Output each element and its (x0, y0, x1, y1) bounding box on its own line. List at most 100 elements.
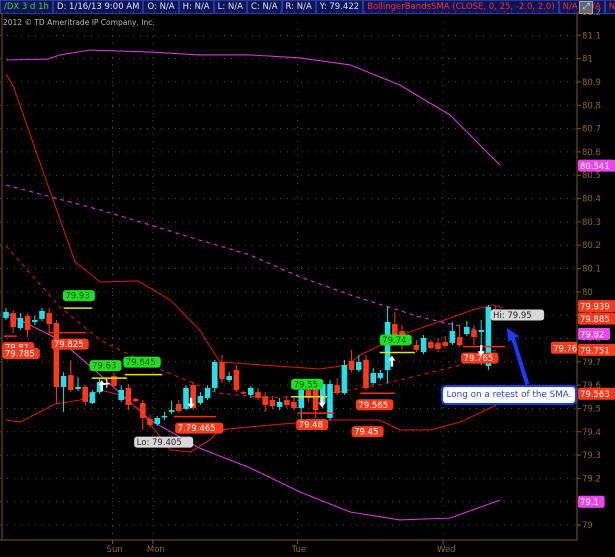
candle-body (262, 396, 268, 405)
y-tick-label: 80.1 (582, 265, 601, 275)
candle (413, 340, 420, 353)
candle-body (24, 316, 31, 331)
candle (435, 338, 441, 353)
candle-body (60, 376, 67, 387)
price-label: 79.565 (358, 401, 388, 411)
candle-body (370, 372, 376, 384)
candle-body (82, 386, 88, 402)
candle-body (348, 361, 355, 370)
candle-body (334, 385, 340, 394)
price-label: 79.93 (65, 292, 89, 302)
y-tick-label: 80.4 (582, 195, 601, 205)
candle-body (428, 341, 434, 349)
price-label: 79.55 (294, 380, 318, 390)
candle (24, 313, 31, 338)
candle (348, 349, 355, 373)
series-line-middle-outer (5, 184, 490, 334)
candle (334, 378, 340, 395)
candle-body (356, 362, 362, 370)
candle (60, 372, 67, 412)
candle (291, 397, 297, 411)
candle-body (161, 415, 168, 418)
candle-body (442, 341, 448, 346)
y-tick-label: 79 (582, 521, 593, 531)
candle (75, 376, 81, 391)
candle (212, 359, 218, 393)
candle (197, 392, 204, 405)
axis-price-label: 79.939 (580, 303, 610, 313)
candle-body (413, 345, 420, 350)
candle (10, 310, 16, 334)
y-tick-label: 81.2 (582, 8, 601, 18)
candle (46, 307, 52, 335)
price-label: 79.63 (92, 362, 116, 372)
candle (233, 365, 240, 393)
candle-body (183, 387, 189, 409)
candle-body (104, 383, 110, 385)
candle (471, 324, 477, 346)
candle-body (464, 327, 470, 335)
y-tick-label: 80.2 (582, 241, 601, 251)
candle-body (435, 342, 441, 349)
candle-body (449, 331, 456, 343)
candle-body (10, 313, 16, 328)
candle (125, 383, 132, 411)
candle-body (204, 387, 211, 398)
candle-body (341, 365, 348, 394)
candle (327, 379, 333, 421)
price-label: Lo: 79.405 (137, 438, 182, 448)
candle (262, 392, 268, 412)
candle (176, 400, 182, 414)
candle-body (233, 369, 240, 391)
y-tick-label: 79.5 (582, 404, 601, 414)
series-line-lower-band (5, 389, 501, 453)
axis-price-label: 79.751 (580, 346, 610, 356)
y-tick-label: 79.7 (582, 358, 601, 368)
candle (161, 411, 168, 421)
candle-body (68, 375, 74, 391)
candle (341, 359, 348, 395)
candle-body (269, 400, 276, 407)
y-tick-label: 81 (582, 55, 593, 65)
candle (68, 359, 74, 393)
candle (3, 307, 9, 321)
candle (456, 324, 463, 347)
candle (377, 369, 384, 380)
candle (428, 340, 434, 350)
price-label: 79.45 (354, 428, 378, 438)
candle-body (284, 400, 290, 405)
y-tick-label: 80.7 (582, 125, 601, 135)
candle (420, 334, 427, 355)
candle (132, 397, 139, 402)
candle (17, 313, 24, 331)
y-tick-label: 80.3 (582, 218, 601, 228)
candle (82, 385, 88, 405)
price-label: 79.785 (5, 349, 35, 359)
candle-body (377, 372, 384, 379)
candle (464, 320, 470, 336)
candle (32, 316, 38, 325)
candle-body (219, 362, 225, 380)
x-tick-label: Wed (437, 545, 456, 555)
x-tick-label: Tue (291, 545, 307, 555)
y-tick-label: 80.9 (582, 78, 601, 88)
candle-body (168, 410, 175, 412)
candle (449, 321, 456, 346)
candle-body (125, 387, 132, 405)
candle (219, 355, 225, 384)
y-tick-label: 79.4 (582, 428, 601, 438)
y-tick-label: 80 (582, 288, 593, 298)
axis-price-label: 79.885 (580, 315, 610, 325)
y-tick-label: 80.5 (582, 171, 601, 181)
candle-body (3, 311, 9, 318)
candle-body (140, 403, 146, 419)
candle (183, 385, 189, 411)
axis-price-label: 79.82 (580, 330, 604, 340)
candle-body (154, 418, 160, 425)
candle (204, 385, 211, 401)
candle (111, 372, 117, 388)
price-chart[interactable]: 81.2 81.1 81 80.9 80.8 80.7 80.6 80.5 80.4 80.3 80… (0, 0, 615, 557)
candle-body (212, 362, 218, 388)
candle-body (420, 338, 427, 353)
candle (118, 385, 124, 402)
